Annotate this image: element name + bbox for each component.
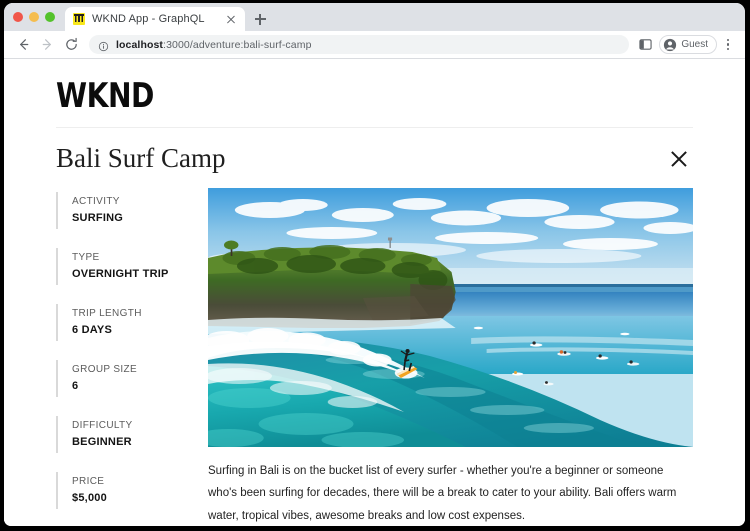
profile-button[interactable]: Guest (659, 35, 717, 54)
url-path: :3000/adventure:bali-surf-camp (163, 38, 312, 51)
address-bar[interactable]: localhost:3000/adventure:bali-surf-camp (89, 35, 630, 54)
tab-strip: WKND App - GraphQL (4, 3, 745, 31)
maximize-window-button[interactable] (45, 12, 55, 22)
back-button[interactable] (11, 33, 35, 57)
tab-title: WKND App - GraphQL (92, 13, 205, 25)
metadata-label: TYPE (72, 251, 100, 263)
address-bar-text: localhost:3000/adventure:bali-surf-camp (116, 39, 312, 51)
browser-window: WKND App - GraphQL localhost:3000/advent… (4, 3, 745, 526)
metadata-item-group-size: GROUP SIZE 6 (56, 359, 208, 397)
metadata-value: OVERNIGHT TRIP (72, 267, 169, 280)
metadata-item-difficulty: DIFFICULTY BEGINNER (56, 415, 208, 453)
person-icon (663, 38, 677, 52)
metadata-label: ACTIVITY (72, 195, 120, 207)
metadata-value: BEGINNER (72, 435, 132, 448)
profile-name: Guest (681, 39, 708, 50)
site-header: WKND (56, 59, 693, 128)
reload-button[interactable] (59, 33, 83, 57)
site-info-icon[interactable] (98, 39, 109, 52)
close-tab-icon[interactable] (224, 12, 238, 26)
minimize-window-button[interactable] (29, 12, 39, 22)
page-viewport: WKND Bali Surf Camp ACTIVITY SURFING TYP… (4, 59, 745, 526)
metadata-value: 6 (72, 379, 79, 392)
close-icon[interactable] (668, 148, 690, 170)
metadata-value: SURFING (72, 211, 124, 224)
forward-button[interactable] (35, 33, 59, 57)
metadata-label: TRIP LENGTH (72, 307, 142, 319)
detail-content: ACTIVITY SURFING TYPE OVERNIGHT TRIP TRI… (56, 187, 693, 526)
metadata-label: DIFFICULTY (72, 419, 133, 431)
metadata-value: $5,000 (72, 491, 107, 504)
new-tab-button[interactable] (247, 7, 273, 31)
window-traffic-lights (13, 3, 65, 31)
metadata-item-trip-length: TRIP LENGTH 6 DAYS (56, 303, 208, 341)
detail-title-row: Bali Surf Camp (56, 128, 693, 188)
side-panel-icon[interactable] (634, 34, 656, 56)
metadata-value: 6 DAYS (72, 323, 113, 336)
metadata-item-type: TYPE OVERNIGHT TRIP (56, 247, 208, 285)
hero-image (208, 187, 693, 447)
description-paragraph: Surfing in Bali is on the bucket list of… (208, 464, 677, 522)
metadata-label: PRICE (72, 475, 105, 487)
metadata-item-activity: ACTIVITY SURFING (56, 191, 208, 229)
adventure-metadata-list: ACTIVITY SURFING TYPE OVERNIGHT TRIP TRI… (56, 188, 208, 526)
browser-toolbar: localhost:3000/adventure:bali-surf-camp … (4, 31, 745, 59)
wknd-logo[interactable]: WKND (56, 79, 154, 113)
metadata-item-price: PRICE $5,000 (56, 471, 208, 509)
browser-tab[interactable]: WKND App - GraphQL (65, 7, 245, 31)
page-content: WKND Bali Surf Camp ACTIVITY SURFING TYP… (4, 59, 745, 526)
page-title: Bali Surf Camp (56, 143, 226, 173)
detail-main-column: Surfing in Bali is on the bucket list of… (208, 187, 693, 526)
metadata-label: GROUP SIZE (72, 363, 137, 375)
url-host: localhost (116, 38, 164, 51)
browser-menu-button[interactable] (718, 34, 738, 56)
close-window-button[interactable] (13, 12, 23, 22)
wknd-favicon (73, 13, 85, 25)
